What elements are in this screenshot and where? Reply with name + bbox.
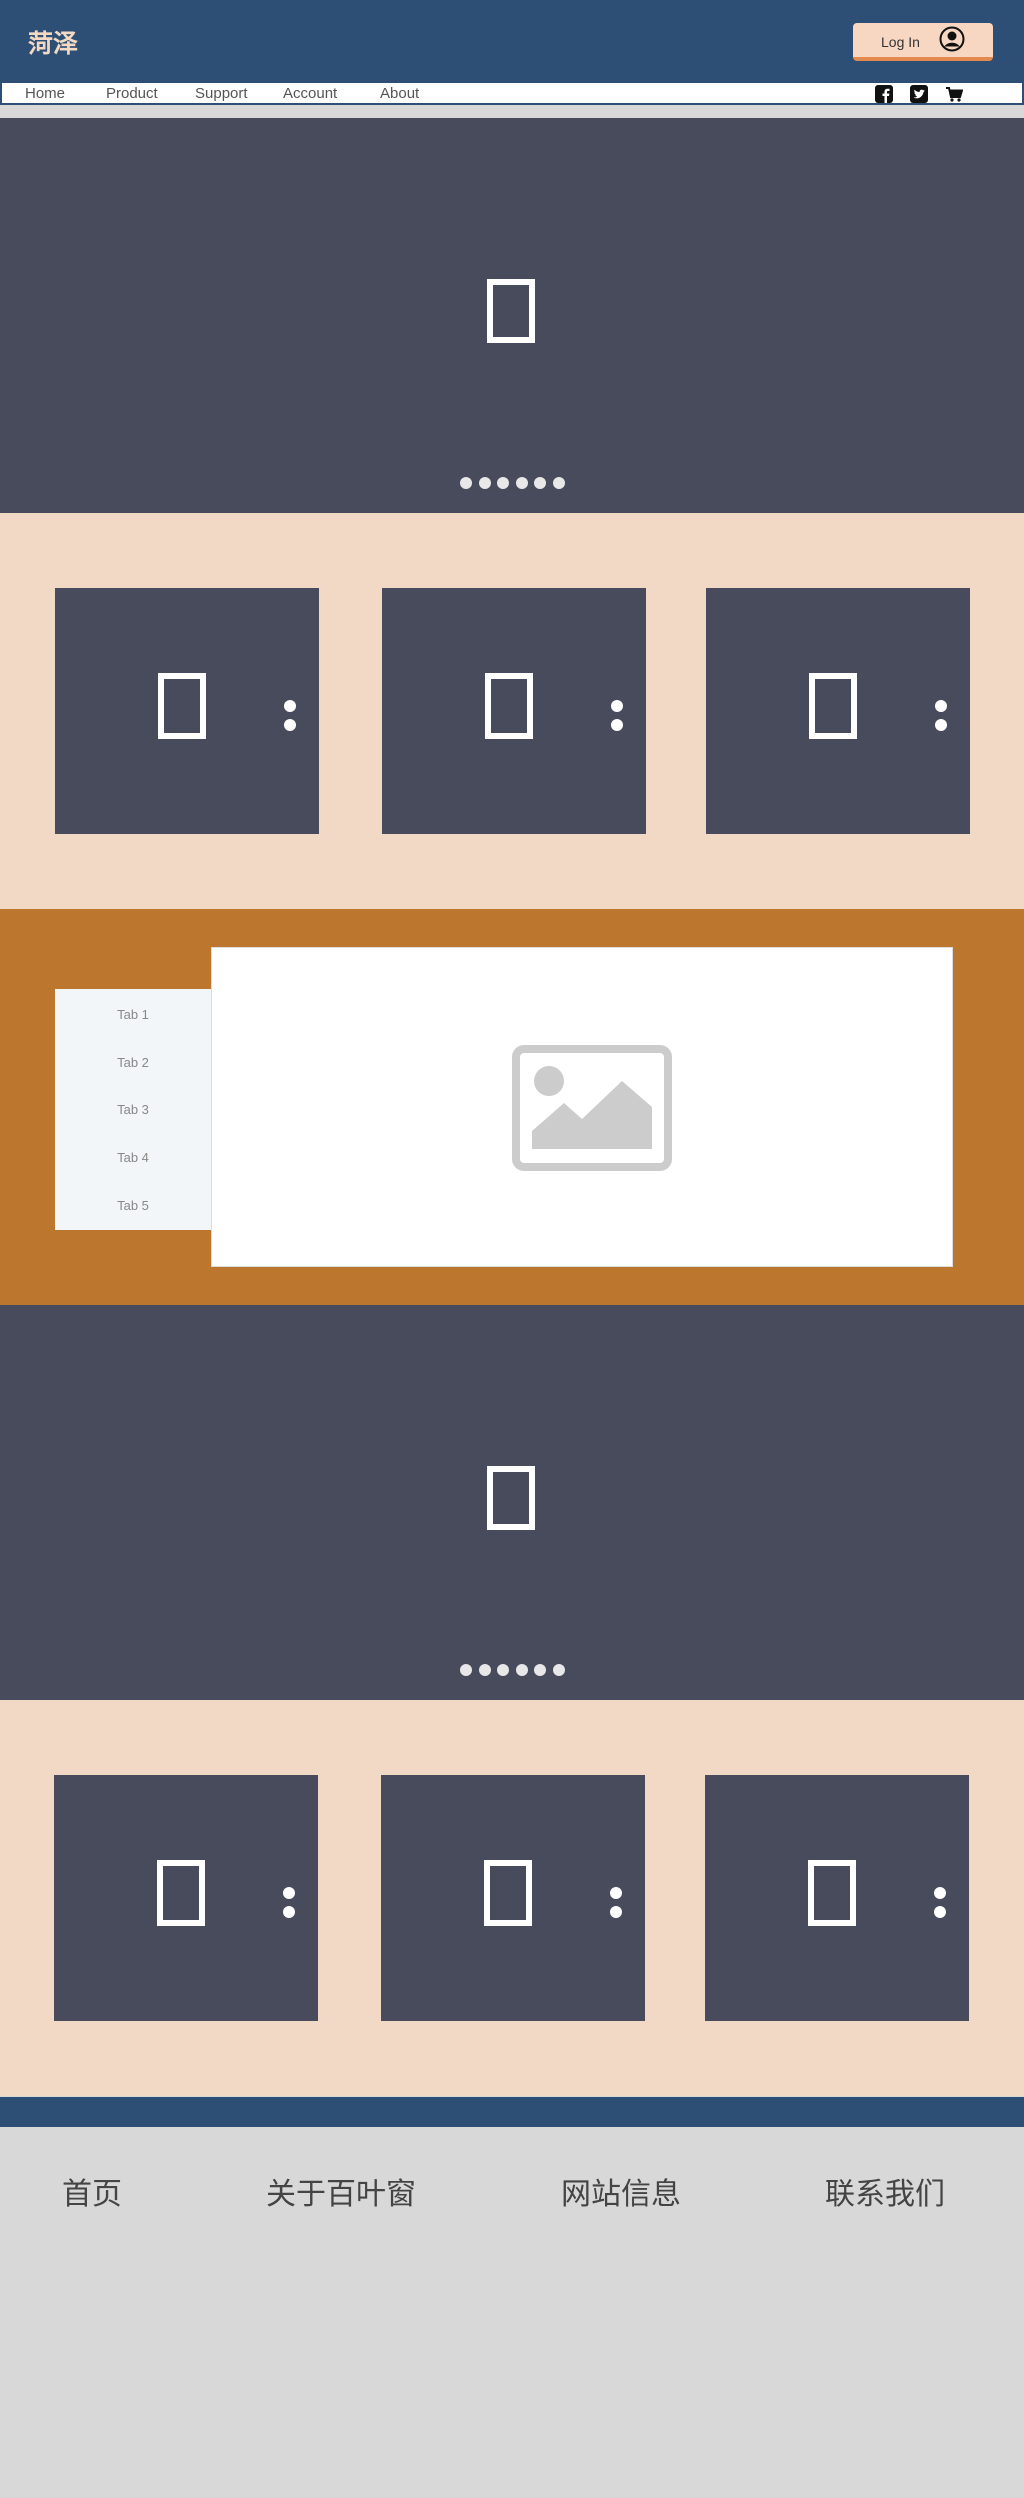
footer-divider <box>0 2097 1024 2127</box>
login-label: Log In <box>881 34 920 50</box>
nav-about[interactable]: About <box>380 85 419 102</box>
brand-logo-text[interactable]: 菏泽 <box>28 24 78 60</box>
footer-link-home[interactable]: 首页 <box>62 2169 122 2213</box>
missing-glyph-icon <box>808 1860 856 1926</box>
card[interactable] <box>54 1775 318 2021</box>
nav-home[interactable]: Home <box>25 85 65 102</box>
more-dot-icon <box>284 719 296 731</box>
cart-icon[interactable] <box>945 85 963 103</box>
carousel-dot[interactable] <box>516 477 528 489</box>
more-dot-icon <box>610 1887 622 1899</box>
user-avatar-icon <box>939 26 965 52</box>
image-placeholder-icon <box>512 1045 672 1171</box>
more-dot-icon <box>284 700 296 712</box>
more-dot-icon <box>934 1887 946 1899</box>
carousel-dot[interactable] <box>534 477 546 489</box>
card[interactable] <box>382 588 646 834</box>
card[interactable] <box>705 1775 969 2021</box>
carousel-dot[interactable] <box>516 1664 528 1676</box>
card-row <box>0 513 1024 909</box>
missing-glyph-icon <box>158 673 206 739</box>
tab-3[interactable]: Tab 3 <box>55 1102 211 1117</box>
more-dot-icon <box>935 700 947 712</box>
carousel-dot[interactable] <box>497 477 509 489</box>
missing-glyph-icon <box>485 673 533 739</box>
more-dot-icon <box>934 1906 946 1918</box>
tab-4[interactable]: Tab 4 <box>55 1150 211 1165</box>
tab-1[interactable]: Tab 1 <box>55 1007 211 1022</box>
card[interactable] <box>381 1775 645 2021</box>
carousel-dot[interactable] <box>534 1664 546 1676</box>
carousel-dot[interactable] <box>553 1664 565 1676</box>
card-row <box>0 1700 1024 2096</box>
carousel-dot[interactable] <box>497 1664 509 1676</box>
more-dot-icon <box>935 719 947 731</box>
card[interactable] <box>55 588 319 834</box>
tabs-section: Tab 1 Tab 2 Tab 3 Tab 4 Tab 5 <box>0 909 1024 1305</box>
nav-product[interactable]: Product <box>106 85 158 102</box>
footer-link-about-blinds[interactable]: 关于百叶窗 <box>266 2169 416 2213</box>
footer-link-contact[interactable]: 联系我们 <box>825 2169 945 2213</box>
carousel-dot[interactable] <box>479 1664 491 1676</box>
footer: 首页 关于百叶窗 网站信息 联系我们 <box>0 2127 1024 2498</box>
tab-2[interactable]: Tab 2 <box>55 1055 211 1070</box>
carousel-dot[interactable] <box>460 477 472 489</box>
carousel-dot[interactable] <box>553 477 565 489</box>
missing-glyph-icon <box>809 673 857 739</box>
main-nav: Home Product Support Account About <box>0 81 1024 105</box>
missing-glyph-icon <box>157 1860 205 1926</box>
tab-5[interactable]: Tab 5 <box>55 1198 211 1213</box>
more-dot-icon <box>610 1906 622 1918</box>
more-dot-icon <box>611 700 623 712</box>
login-button[interactable]: Log In <box>853 23 993 61</box>
card[interactable] <box>706 588 970 834</box>
twitter-icon[interactable] <box>910 85 928 103</box>
hero-carousel[interactable] <box>0 118 1024 513</box>
tab-panel <box>211 947 953 1267</box>
missing-glyph-icon <box>484 1860 532 1926</box>
more-dot-icon <box>611 719 623 731</box>
nav-support[interactable]: Support <box>195 85 248 102</box>
facebook-icon[interactable] <box>875 85 893 103</box>
carousel-dot[interactable] <box>479 477 491 489</box>
nav-account[interactable]: Account <box>283 85 337 102</box>
header: 菏泽 Log In <box>0 0 1024 81</box>
more-dot-icon <box>283 1906 295 1918</box>
carousel-2[interactable] <box>0 1305 1024 1700</box>
missing-glyph-icon <box>487 1466 535 1530</box>
tab-list: Tab 1 Tab 2 Tab 3 Tab 4 Tab 5 <box>55 989 211 1230</box>
footer-link-site-info[interactable]: 网站信息 <box>561 2169 681 2213</box>
more-dot-icon <box>283 1887 295 1899</box>
carousel-dot[interactable] <box>460 1664 472 1676</box>
missing-glyph-icon <box>487 279 535 343</box>
